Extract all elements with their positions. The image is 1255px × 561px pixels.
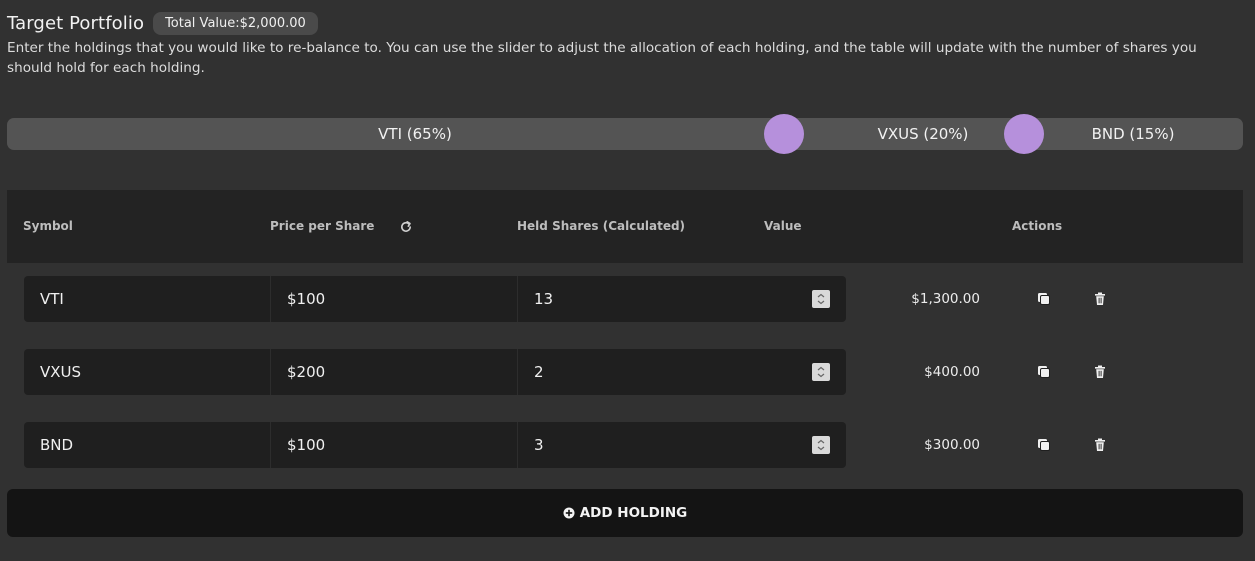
row-inputs: VXUS $200 2 <box>24 349 846 395</box>
trash-icon[interactable] <box>1092 291 1108 307</box>
refresh-icon[interactable] <box>399 219 413 233</box>
trash-icon[interactable] <box>1092 437 1108 453</box>
copy-icon[interactable] <box>1036 437 1052 453</box>
shares-value: 2 <box>534 363 544 381</box>
price-input[interactable]: $100 <box>270 422 517 468</box>
copy-icon[interactable] <box>1036 364 1052 380</box>
add-holding-label: ADD HOLDING <box>579 505 688 521</box>
stepper-icon[interactable] <box>812 363 830 381</box>
shares-value: 13 <box>534 290 554 308</box>
stepper-icon[interactable] <box>812 290 830 308</box>
shares-input[interactable]: 2 <box>517 349 846 395</box>
column-value: Value <box>764 219 802 233</box>
row-value: $300.00 <box>924 437 980 453</box>
column-symbol: Symbol <box>23 219 73 233</box>
table-row: BND $100 3 $300.00 <box>24 422 1243 468</box>
slider-handle-1[interactable] <box>764 114 804 154</box>
column-actions: Actions <box>1012 219 1063 233</box>
slider-segment-vti: VTI (65%) <box>378 125 452 143</box>
table-row: VTI $100 13 $1,300.00 <box>24 276 1243 322</box>
page-header: Target Portfolio Total Value:$2,000.00 <box>7 12 318 35</box>
row-inputs: BND $100 3 <box>24 422 846 468</box>
page-description: Enter the holdings that you would like t… <box>7 40 1197 76</box>
trash-icon[interactable] <box>1092 364 1108 380</box>
stepper-icon[interactable] <box>812 436 830 454</box>
plus-circle-icon <box>563 504 575 523</box>
price-input[interactable]: $100 <box>270 276 517 322</box>
shares-input[interactable]: 13 <box>517 276 846 322</box>
slider-segment-bnd: BND (15%) <box>1091 125 1175 143</box>
price-input[interactable]: $200 <box>270 349 517 395</box>
shares-input[interactable]: 3 <box>517 422 846 468</box>
copy-icon[interactable] <box>1036 291 1052 307</box>
row-inputs: VTI $100 13 <box>24 276 846 322</box>
symbol-input[interactable]: VXUS <box>24 349 270 395</box>
allocation-slider[interactable]: VTI (65%) VXUS (20%) BND (15%) <box>7 114 1243 154</box>
symbol-input[interactable]: BND <box>24 422 270 468</box>
table-row: VXUS $200 2 $400.00 <box>24 349 1243 395</box>
shares-value: 3 <box>534 436 544 454</box>
slider-handle-2[interactable] <box>1004 114 1044 154</box>
page-title: Target Portfolio <box>7 13 145 34</box>
symbol-input[interactable]: VTI <box>24 276 270 322</box>
column-price: Price per Share <box>270 219 375 233</box>
column-held-shares: Held Shares (Calculated) <box>517 219 686 233</box>
add-holding-button[interactable]: ADD HOLDING <box>7 489 1243 537</box>
row-value: $400.00 <box>924 364 980 380</box>
total-value-badge: Total Value:$2,000.00 <box>153 12 318 35</box>
table-header: Symbol Price per Share Held Shares (Calc… <box>7 190 1243 263</box>
row-value: $1,300.00 <box>911 291 980 307</box>
